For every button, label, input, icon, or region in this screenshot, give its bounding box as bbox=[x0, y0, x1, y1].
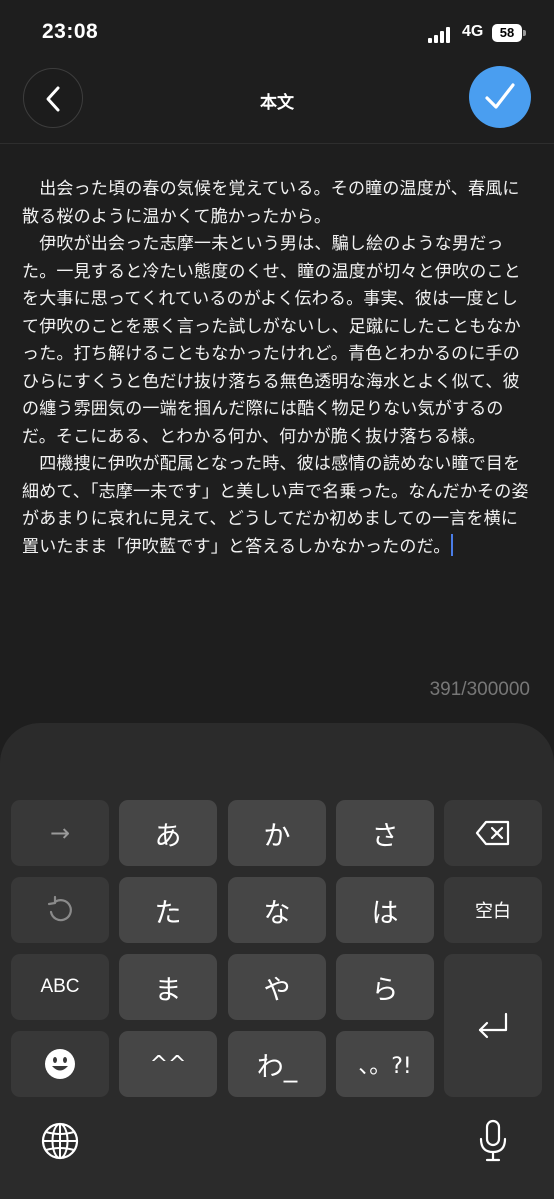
status-time: 23:08 bbox=[42, 20, 99, 43]
key-abc[interactable]: ABC bbox=[11, 954, 109, 1020]
battery-icon: 58 bbox=[492, 24, 522, 42]
japanese-keyboard: → あ か さ た な は 空白 ABC ま や ら ^^ わ_ 、。?! bbox=[0, 723, 554, 1199]
key-wa[interactable]: わ_ bbox=[228, 1031, 326, 1097]
key-na[interactable]: な bbox=[228, 877, 326, 943]
key-return[interactable] bbox=[444, 954, 542, 1097]
key-ma[interactable]: ま bbox=[119, 954, 217, 1020]
key-ra[interactable]: ら bbox=[336, 954, 434, 1020]
key-sa[interactable]: さ bbox=[336, 800, 434, 866]
dictation-button[interactable] bbox=[478, 1119, 508, 1167]
key-ta[interactable]: た bbox=[119, 877, 217, 943]
key-undo[interactable] bbox=[11, 877, 109, 943]
status-bar: 23:08 4G 58 bbox=[0, 0, 554, 64]
text-caret bbox=[451, 533, 454, 556]
microphone-icon bbox=[479, 1119, 507, 1162]
done-button[interactable] bbox=[469, 66, 531, 128]
arrow-right-icon: → bbox=[49, 819, 71, 847]
header-divider bbox=[0, 143, 554, 144]
key-a[interactable]: あ bbox=[119, 800, 217, 866]
key-ha[interactable]: は bbox=[336, 877, 434, 943]
checkmark-icon bbox=[485, 83, 515, 109]
emoji-icon bbox=[45, 1049, 75, 1079]
body-text: 出会った頃の春の気候を覚えている。その瞳の温度が、春風に散る桜のように温かくて脆… bbox=[22, 179, 529, 557]
key-kaomoji[interactable]: ^^ bbox=[119, 1031, 217, 1097]
key-space[interactable]: 空白 bbox=[444, 877, 542, 943]
key-emoji[interactable] bbox=[11, 1031, 109, 1097]
globe-button[interactable] bbox=[40, 1121, 80, 1165]
return-icon bbox=[478, 1012, 508, 1038]
backspace-icon bbox=[475, 820, 510, 846]
signal-icon bbox=[428, 27, 454, 43]
character-count: 391/300000 bbox=[429, 679, 530, 700]
globe-icon bbox=[41, 1122, 79, 1160]
key-punctuation[interactable]: 、。?! bbox=[336, 1031, 434, 1097]
key-delete[interactable] bbox=[444, 800, 542, 866]
undo-icon bbox=[47, 895, 72, 922]
key-cursor-right[interactable]: → bbox=[11, 800, 109, 866]
nav-bar: 本文 bbox=[0, 64, 554, 134]
key-ka[interactable]: か bbox=[228, 800, 326, 866]
battery-tip bbox=[523, 30, 526, 36]
body-text-editor[interactable]: 出会った頃の春の気候を覚えている。その瞳の温度が、春風に散る桜のように温かくて脆… bbox=[22, 176, 532, 576]
network-type: 4G bbox=[462, 23, 484, 40]
key-ya[interactable]: や bbox=[228, 954, 326, 1020]
